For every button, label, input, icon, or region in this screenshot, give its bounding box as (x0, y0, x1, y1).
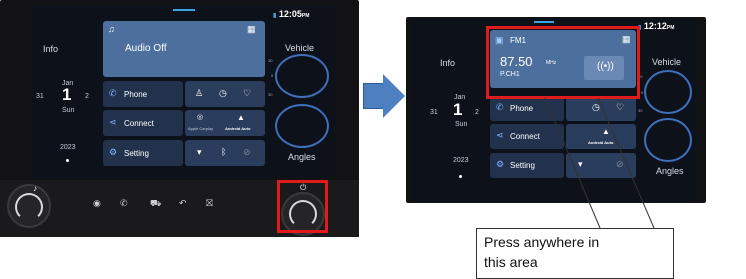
callout-line-left (544, 97, 601, 229)
instruction-callout: Press anywhere in this area (476, 228, 674, 279)
callout-line-2: this area (484, 254, 538, 270)
callout-line-1: Press anywhere in (484, 234, 600, 250)
callout-line-right (597, 97, 655, 229)
